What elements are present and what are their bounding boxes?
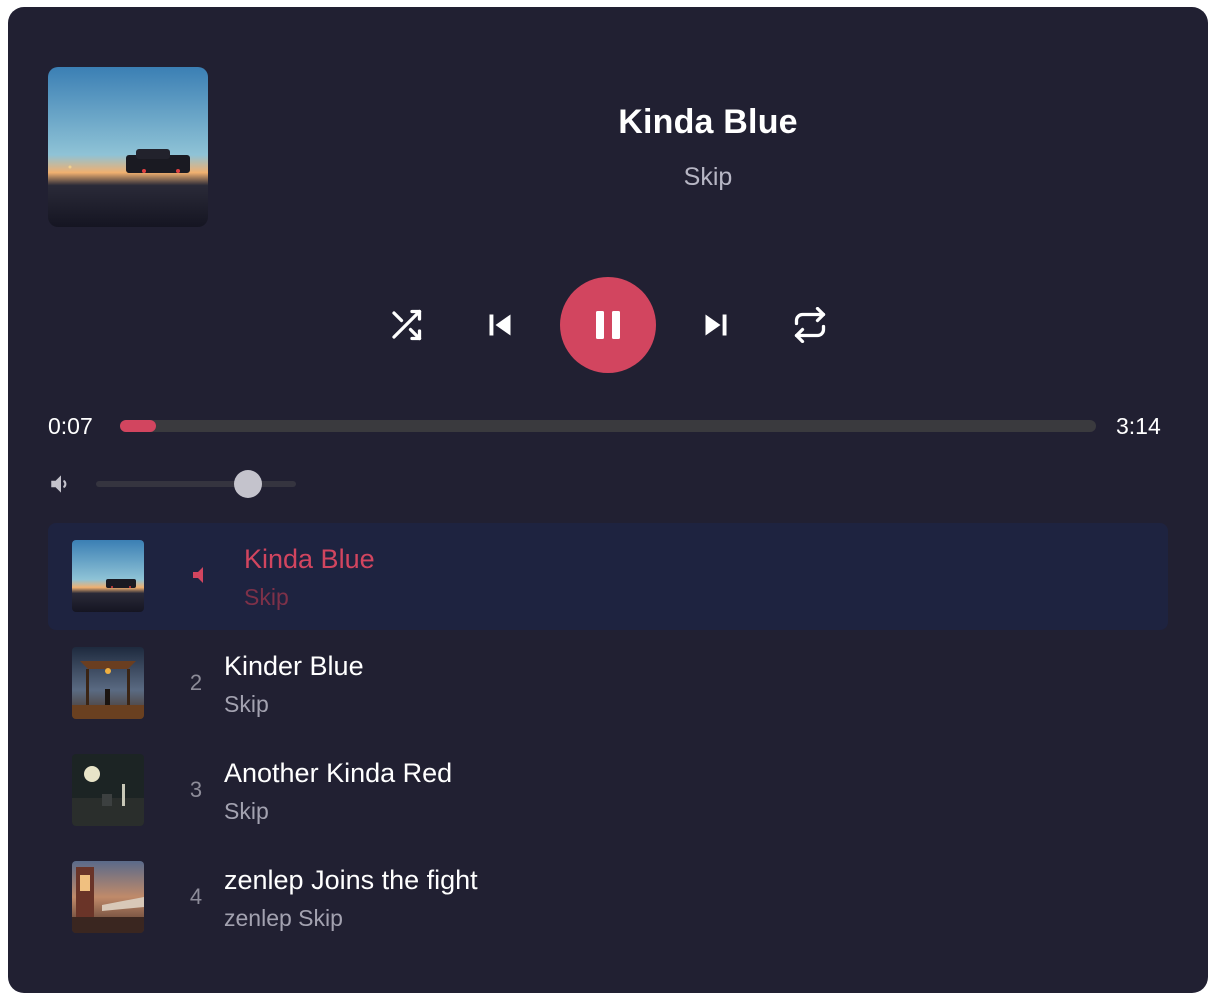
track-number: 4 <box>189 884 203 909</box>
skip-next-icon <box>705 314 727 336</box>
track-number: 2 <box>189 670 203 695</box>
volume-slider-thumb[interactable] <box>234 470 262 498</box>
track-title: Kinda Blue <box>618 103 798 141</box>
track-thumbnail <box>72 754 144 826</box>
duration: 3:14 <box>1116 413 1161 439</box>
playlist-row-3[interactable]: 3 Another Kinda Red Skip <box>48 737 1168 844</box>
playlist-track-title: Another Kinda Red <box>224 758 453 788</box>
repeat-icon <box>794 307 826 343</box>
playlist-track-artist: Skip <box>224 798 269 824</box>
progress-bar[interactable] <box>120 420 1096 432</box>
shuffle-button[interactable] <box>388 307 424 343</box>
playlist-track-title: zenlep Joins the fight <box>224 865 478 895</box>
playlist-row-1[interactable]: Kinda Blue Skip <box>48 523 1168 630</box>
playlist-track-title: Kinda Blue <box>244 544 375 574</box>
volume-icon[interactable] <box>48 471 74 497</box>
track-thumbnail <box>72 647 144 719</box>
playlist-row-4[interactable]: 4 zenlep Joins the fight zenlep Skip <box>48 844 1168 951</box>
skip-previous-icon <box>489 314 511 336</box>
playlist-track-artist: zenlep Skip <box>224 905 343 931</box>
repeat-button[interactable] <box>792 307 828 343</box>
volume-slider[interactable] <box>96 470 296 498</box>
previous-button[interactable] <box>482 307 518 343</box>
playlist-track-title: Kinder Blue <box>224 651 364 681</box>
current-time: 0:07 <box>48 413 93 439</box>
playlist-track-artist: Skip <box>224 691 269 717</box>
track-number: 3 <box>189 777 203 802</box>
playlist-track-artist: Skip <box>244 584 289 610</box>
now-playing-speaker-icon <box>193 567 203 583</box>
shuffle-icon <box>392 309 422 341</box>
playlist-row-2[interactable]: 2 Kinder Blue Skip <box>48 630 1168 737</box>
progress-fill <box>120 420 157 432</box>
track-thumbnail <box>72 861 144 933</box>
next-button[interactable] <box>698 307 734 343</box>
playlist: Kinda Blue Skip 2 Kinder Blue Skip 3 Ano… <box>48 523 1168 951</box>
pause-icon <box>596 311 620 339</box>
track-artist: Skip <box>683 163 733 191</box>
track-thumbnail <box>72 540 144 612</box>
music-player: Kinda Blue Skip 0:07 3:14 Kinda Blue Ski… <box>8 7 1208 993</box>
pause-button[interactable] <box>560 277 656 373</box>
album-cover <box>48 67 208 227</box>
playback-controls <box>8 277 1208 373</box>
